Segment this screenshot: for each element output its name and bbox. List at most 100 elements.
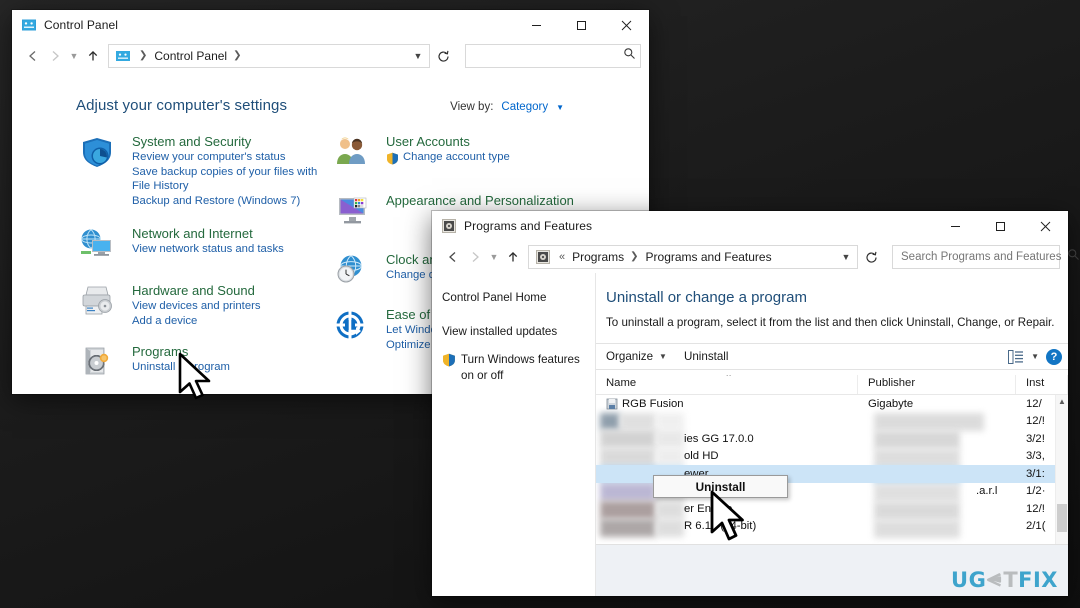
category-title[interactable]: Programs xyxy=(132,344,230,360)
table-row[interactable]: R 6.10 (64-bit) 2/1( xyxy=(596,518,1055,536)
category-programs[interactable]: Programs Uninstall a program xyxy=(80,344,330,383)
cell-installed-on: 1/2· xyxy=(1026,485,1046,498)
address-dropdown-chevron-down-icon[interactable]: ▼ xyxy=(837,252,855,262)
view-by-value[interactable]: Category xyxy=(501,101,548,113)
category-title[interactable]: Network and Internet xyxy=(132,226,284,242)
column-header-installed-on[interactable]: Inst xyxy=(1016,375,1068,394)
breadcrumb-separator: ❯ xyxy=(139,50,148,61)
view-by-label: View by: xyxy=(450,101,494,113)
close-button[interactable] xyxy=(1023,211,1068,241)
back-arrow-icon[interactable] xyxy=(22,44,44,68)
table-row[interactable]: old HD 3/3, xyxy=(596,448,1055,466)
chevron-down-icon[interactable]: ▼ xyxy=(556,103,564,112)
control-panel-caption-buttons xyxy=(514,10,649,40)
user-accounts-icon xyxy=(334,134,374,171)
search-placeholder: Search Programs and Features xyxy=(901,251,1062,263)
category-link-label: Change account type xyxy=(403,151,510,163)
vertical-scroll-track[interactable] xyxy=(1056,408,1068,553)
recent-locations-chevron-down-icon[interactable]: ▼ xyxy=(66,44,82,68)
category-link[interactable]: Backup and Restore (Windows 7) xyxy=(132,194,330,209)
category-column-left: System and Security Review your computer… xyxy=(80,134,330,394)
programs-features-search-box[interactable]: Search Programs and Features xyxy=(892,245,1080,269)
scroll-up-arrow[interactable]: ▲ xyxy=(1056,395,1068,408)
uninstall-button[interactable]: Uninstall xyxy=(684,350,737,363)
sidebar-item-view-installed-updates[interactable]: View installed updates xyxy=(442,324,595,340)
breadcrumb-programs-and-features[interactable]: Programs and Features xyxy=(644,250,774,264)
watermark-part-2: T xyxy=(1003,568,1019,592)
category-link-uninstall-a-program[interactable]: Uninstall a program xyxy=(132,360,230,375)
cell-publisher: .a.r.l xyxy=(976,485,998,498)
recent-locations-chevron-down-icon[interactable]: ▼ xyxy=(486,245,502,269)
breadcrumb-overflow[interactable]: « xyxy=(555,251,570,263)
context-menu[interactable]: Uninstall xyxy=(653,475,788,498)
close-button[interactable] xyxy=(604,10,649,40)
category-title[interactable]: Hardware and Sound xyxy=(132,283,261,299)
desktop: Control Panel ▼ ❯ Control Panel ❯ ▼ Adju… xyxy=(0,0,1080,608)
category-user-accounts[interactable]: User Accounts Change account type xyxy=(334,134,584,171)
minimize-button[interactable] xyxy=(514,10,559,40)
column-header-name[interactable]: Name ^ xyxy=(596,375,858,394)
refresh-button[interactable] xyxy=(430,44,456,68)
clock-region-icon xyxy=(334,252,374,291)
category-title[interactable]: User Accounts xyxy=(386,134,510,150)
chevron-down-icon[interactable]: ▼ xyxy=(1031,352,1039,361)
category-system-and-security[interactable]: System and Security Review your computer… xyxy=(80,134,330,208)
breadcrumb-programs[interactable]: Programs xyxy=(570,250,626,264)
view-by-control[interactable]: View by: Category ▼ xyxy=(450,101,564,113)
category-link[interactable]: Review your computer's status xyxy=(132,150,330,165)
watermark-part-1: UG xyxy=(951,568,987,592)
back-arrow-icon[interactable] xyxy=(442,245,464,269)
address-dropdown-chevron-down-icon[interactable]: ▼ xyxy=(409,51,427,61)
category-title[interactable]: Appearance and Personalization xyxy=(386,193,574,209)
network-globe-icon xyxy=(80,226,120,265)
minimize-button[interactable] xyxy=(933,211,978,241)
shield-icon xyxy=(386,150,399,165)
vertical-scrollbar[interactable]: ▲ ▼ xyxy=(1055,395,1068,566)
view-layout-icon[interactable] xyxy=(1008,349,1024,364)
cell-name: R 6.10 (64-bit) xyxy=(684,520,757,533)
maximize-button[interactable] xyxy=(978,211,1023,241)
up-arrow-icon[interactable] xyxy=(502,245,524,269)
sidebar-item-turn-windows-features[interactable]: Turn Windows features on or off xyxy=(442,352,595,384)
context-menu-item-uninstall[interactable]: Uninstall xyxy=(654,476,787,498)
category-network-and-internet[interactable]: Network and Internet View network status… xyxy=(80,226,330,265)
watermark-part-3: FIX xyxy=(1018,568,1058,592)
search-icon[interactable] xyxy=(1061,248,1080,266)
category-title[interactable]: System and Security xyxy=(132,134,330,150)
category-link-change-account-type[interactable]: Change account type xyxy=(386,150,510,165)
category-link[interactable]: Add a device xyxy=(132,314,261,329)
control-panel-search-box[interactable] xyxy=(465,44,641,68)
refresh-button[interactable] xyxy=(858,245,884,269)
table-row[interactable]: RGB Fusion Gigabyte 12/ xyxy=(596,395,1055,413)
cell-name: old HD xyxy=(684,450,719,463)
breadcrumb-separator[interactable]: ❯ xyxy=(626,252,643,262)
search-icon[interactable] xyxy=(617,47,636,65)
breadcrumb-separator[interactable]: ❯ xyxy=(229,51,246,61)
forward-arrow-icon[interactable] xyxy=(44,44,66,68)
breadcrumb-control-panel[interactable]: Control Panel xyxy=(152,49,229,63)
table-row[interactable]: 12/! xyxy=(596,413,1055,431)
address-bar[interactable]: « Programs ❯ Programs and Features ▼ xyxy=(528,245,858,269)
column-header-publisher[interactable]: Publisher xyxy=(858,375,1016,394)
cell-installed-on: 2/1( xyxy=(1026,520,1046,533)
category-hardware-and-sound[interactable]: Hardware and Sound View devices and prin… xyxy=(80,283,330,328)
category-link[interactable]: View network status and tasks xyxy=(132,242,284,257)
table-row[interactable]: er Engine 12/! xyxy=(596,500,1055,518)
programs-disc-icon xyxy=(80,344,120,383)
category-link[interactable]: View devices and printers xyxy=(132,299,261,314)
help-button[interactable]: ? xyxy=(1046,348,1062,365)
address-bar[interactable]: ❯ Control Panel ❯ ▼ xyxy=(108,44,430,68)
programs-features-footer: UG T FIX xyxy=(596,544,1068,596)
up-arrow-icon[interactable] xyxy=(82,44,104,68)
ascending-sort-icon: ^ xyxy=(726,375,731,381)
watermark-glyph-icon xyxy=(985,570,1004,590)
organize-button[interactable]: Organize ▼ xyxy=(606,350,676,363)
programs-features-titlebar: Programs and Features xyxy=(432,211,1068,241)
maximize-button[interactable] xyxy=(559,10,604,40)
vertical-scroll-thumb[interactable] xyxy=(1057,504,1067,532)
column-header-label: Inst xyxy=(1026,377,1045,389)
table-row[interactable]: ies GG 17.0.0 3/2! xyxy=(596,430,1055,448)
sidebar-item-control-panel-home[interactable]: Control Panel Home xyxy=(442,290,595,306)
category-link[interactable]: Save backup copies of your files with Fi… xyxy=(132,165,330,194)
forward-arrow-icon[interactable] xyxy=(464,245,486,269)
